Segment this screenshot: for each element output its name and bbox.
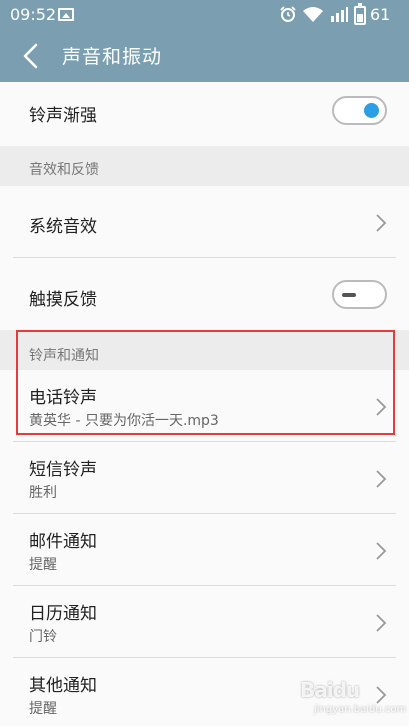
battery-icon	[354, 3, 366, 25]
section-ringtones: 铃声和通知	[0, 330, 409, 370]
ringtone-fade-toggle[interactable]	[332, 96, 387, 125]
other-notice-value: 提醒	[29, 701, 57, 717]
chevron-right-icon	[376, 542, 387, 560]
sms-tone-value: 胜利	[29, 485, 57, 501]
ringtone-fade-label: 铃声渐强	[29, 106, 97, 126]
chevron-right-icon	[376, 614, 387, 632]
toggle-knob	[342, 293, 356, 297]
settings-list: 铃声渐强 音效和反馈 系统音效 触摸反馈 铃声和通知 电话铃声 黄英华 - 只要…	[0, 82, 409, 726]
phone-ringtone-value: 黄英华 - 只要为你活一天.mp3	[29, 413, 219, 429]
toggle-knob	[364, 103, 379, 118]
wifi-icon	[303, 7, 323, 22]
haptic-feedback-row[interactable]: 触摸反馈	[0, 258, 409, 330]
calendar-notice-row[interactable]: 日历通知 门铃	[0, 586, 409, 658]
ringtone-fade-row[interactable]: 铃声渐强	[0, 82, 409, 146]
chevron-right-icon	[376, 398, 387, 416]
sms-tone-label: 短信铃声	[29, 460, 97, 480]
alarm-icon	[280, 6, 296, 22]
haptic-feedback-toggle[interactable]	[332, 280, 387, 309]
sms-tone-row[interactable]: 短信铃声 胜利	[0, 442, 409, 514]
calendar-notice-label: 日历通知	[29, 604, 97, 624]
back-arrow-icon[interactable]	[20, 43, 42, 69]
phone-ringtone-row[interactable]: 电话铃声 黄英华 - 只要为你活一天.mp3	[0, 370, 409, 442]
system-sound-label: 系统音效	[29, 217, 97, 237]
other-notice-label: 其他通知	[29, 676, 97, 696]
section-effects: 音效和反馈	[0, 146, 409, 186]
mail-notice-value: 提醒	[29, 557, 57, 573]
watermark-logo: Baidu	[300, 678, 360, 702]
section-ringtones-label: 铃声和通知	[29, 348, 99, 364]
watermark-url: jingyan.baidu.com	[314, 704, 407, 715]
calendar-notice-value: 门铃	[29, 629, 57, 645]
phone-ringtone-label: 电话铃声	[29, 388, 97, 408]
page-title: 声音和振动	[62, 46, 163, 68]
baidu-watermark: Baidu jingyan.baidu.com	[300, 676, 406, 720]
status-bar: 09:52 61	[0, 0, 409, 30]
image-icon	[58, 8, 74, 21]
haptic-feedback-label: 触摸反馈	[29, 290, 97, 310]
system-sound-row[interactable]: 系统音效	[0, 186, 409, 258]
mail-notice-row[interactable]: 邮件通知 提醒	[0, 514, 409, 586]
chevron-right-icon	[376, 470, 387, 488]
battery-level: 61	[370, 5, 391, 24]
status-time: 09:52	[10, 5, 57, 24]
chevron-right-icon	[376, 214, 387, 232]
signal-icon	[331, 7, 348, 22]
app-bar: 声音和振动	[0, 30, 409, 82]
section-effects-label: 音效和反馈	[29, 162, 99, 178]
mail-notice-label: 邮件通知	[29, 532, 97, 552]
